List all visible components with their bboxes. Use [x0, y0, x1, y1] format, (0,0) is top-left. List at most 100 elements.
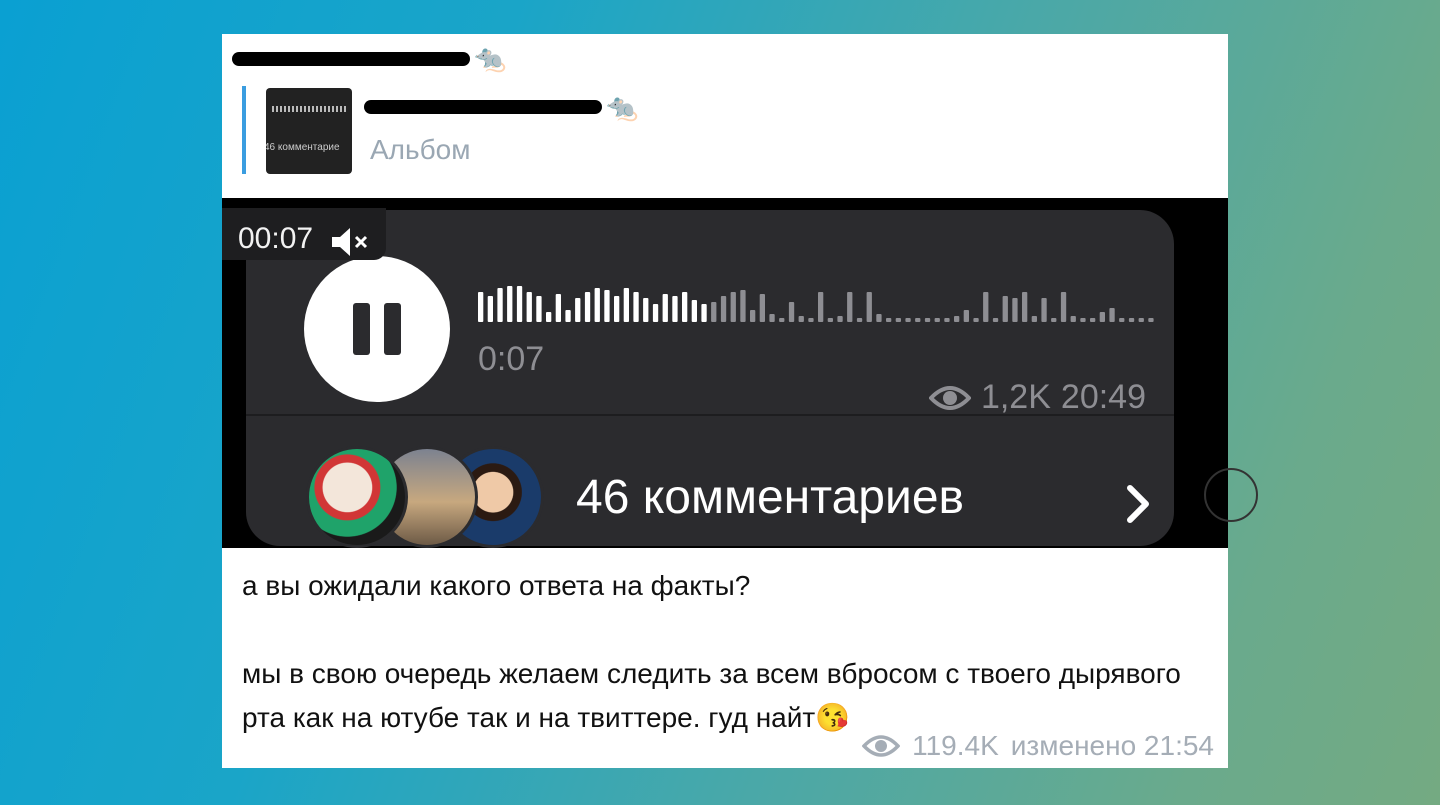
voice-time: 20:49	[1060, 378, 1146, 416]
caption-line: а вы ожидали какого ответа на факты?	[242, 570, 751, 601]
waveform-bar	[973, 318, 979, 322]
waveform-bar	[740, 290, 746, 322]
waveform-bar	[604, 290, 610, 322]
waveform-bar	[536, 296, 542, 322]
redacted-reply-title	[364, 100, 602, 114]
bubble-divider	[246, 414, 1174, 416]
waveform-bar	[711, 302, 717, 322]
waveform-bar	[701, 304, 707, 322]
waveform-bar	[895, 318, 901, 322]
reply-thumbnail: 46 комментарие	[266, 88, 352, 174]
voice-bubble: 0:07 1,2K 20:49 46 комментариев	[246, 210, 1174, 548]
waveform-bar	[720, 296, 727, 322]
waveform-bar	[798, 316, 804, 322]
caption-text: мы в свою очередь желаем следить за всем…	[242, 658, 1181, 733]
redacted-sender-name	[232, 52, 470, 66]
waveform-bar	[1060, 292, 1067, 322]
reply-title: 🐀	[364, 94, 638, 120]
waveform-bar	[1022, 292, 1028, 322]
waveform-bar	[750, 310, 756, 322]
waveform-bar	[1041, 298, 1047, 322]
edited-time: изменено 21:54	[1010, 730, 1214, 761]
voice-message-screenshot: 0:07 1,2K 20:49 46 комментариев 00:07	[222, 198, 1258, 548]
waveform-bar	[1138, 318, 1144, 322]
video-timer: 00:07	[222, 208, 386, 260]
waveform-bar	[555, 294, 561, 322]
waveform-bar	[487, 296, 493, 322]
waveform-bar	[954, 316, 960, 322]
voice-meta: 1,2K 20:49	[928, 378, 1146, 417]
waveform-bar	[1109, 308, 1115, 322]
waveform-bar	[837, 316, 843, 322]
caption-paragraph: мы в свою очередь желаем следить за всем…	[242, 652, 1202, 740]
waveform-bar	[682, 292, 688, 322]
rat-emoji: 🐀	[474, 43, 507, 73]
voice-duration: 0:07	[478, 340, 545, 378]
thumbnail-text: 46 комментарие	[266, 142, 340, 153]
waveform-bar	[614, 296, 620, 322]
waveform-bar	[652, 304, 659, 322]
waveform-bar	[915, 318, 921, 322]
waveform-bar	[866, 292, 872, 322]
avatar	[306, 446, 408, 548]
waveform-bar	[575, 298, 581, 322]
waveform-bar	[1012, 298, 1018, 322]
waveform-bar	[992, 318, 999, 322]
waveform-bar	[594, 288, 600, 322]
waveform-bar	[856, 318, 863, 322]
waveform-bar	[1090, 318, 1096, 322]
waveform-bar	[1070, 316, 1076, 322]
waveform-bar	[934, 318, 940, 322]
waveform-bar	[1031, 316, 1037, 322]
waveform-bar	[643, 298, 649, 322]
reply-preview[interactable]: 46 комментарие 🐀 Альбом	[242, 86, 846, 174]
timer-text: 00:07	[238, 222, 314, 255]
speaker-muted-icon[interactable]	[330, 226, 372, 258]
side-button[interactable]	[1204, 468, 1258, 522]
waveform-bar	[963, 310, 969, 322]
waveform-bar	[769, 314, 775, 322]
waveform-bar	[1051, 318, 1057, 322]
waveform-bar	[827, 318, 833, 322]
waveform-bar	[808, 318, 814, 322]
post-caption: а вы ожидали какого ответа на факты? мы …	[242, 564, 1202, 740]
waveform-bar	[633, 292, 639, 322]
waveform-bar	[672, 296, 678, 322]
waveform-bar	[876, 314, 882, 322]
waveform-bar	[1128, 318, 1135, 322]
eye-icon	[862, 735, 901, 757]
waveform-bar	[924, 318, 931, 322]
pause-icon	[353, 303, 401, 355]
waveform-bar	[516, 286, 523, 322]
waveform-bar	[478, 292, 484, 322]
waveform-bar	[944, 318, 950, 322]
waveform-bar	[886, 318, 892, 322]
kiss-emoji: 😘	[815, 702, 851, 733]
waveform-bar	[847, 292, 853, 322]
sender-name[interactable]: 🐀	[232, 42, 506, 74]
eye-icon	[928, 385, 971, 410]
waveform-bar	[691, 300, 697, 322]
comments-link[interactable]: 46 комментариев	[576, 470, 964, 525]
waveform-bar	[546, 312, 552, 322]
waveform-bar	[788, 302, 795, 322]
voice-views: 1,2K	[980, 378, 1051, 416]
waveform-bar	[662, 294, 668, 322]
waveform-bar	[905, 318, 911, 322]
waveform-bar	[565, 310, 571, 322]
waveform-bar	[1148, 318, 1154, 322]
waveform-bar	[983, 292, 989, 322]
pause-button[interactable]	[304, 256, 450, 402]
waveform-bar	[730, 292, 736, 322]
waveform-bar	[1080, 318, 1086, 322]
waveform-bar	[1099, 312, 1105, 322]
waveform[interactable]	[478, 276, 1158, 322]
post-card: 🐀 46 комментарие 🐀 Альбом 0:07 1,2K 20:4…	[222, 34, 1258, 768]
chevron-right-icon[interactable]	[1124, 482, 1154, 526]
rat-emoji: 🐀	[606, 92, 639, 122]
thumbnail-waveform	[272, 106, 346, 112]
waveform-bar	[759, 294, 765, 322]
waveform-bar	[1002, 296, 1008, 322]
waveform-bar	[779, 318, 785, 322]
waveform-bar	[507, 286, 513, 322]
